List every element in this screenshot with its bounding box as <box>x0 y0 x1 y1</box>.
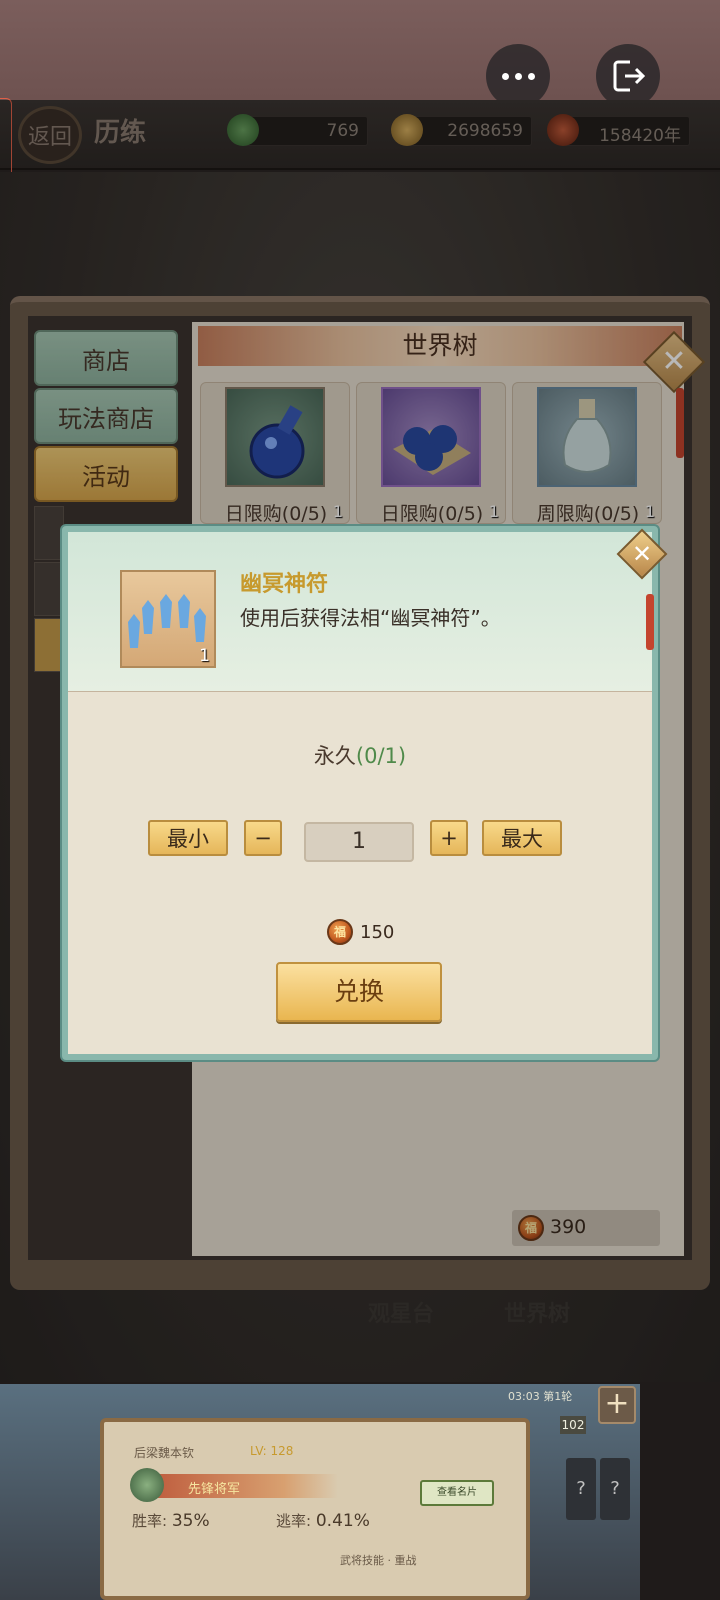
general-info-card: 后梁魏本钦 LV: 128 先锋将军 查看名片 胜率: 35% 逃率: 0.41… <box>100 1418 530 1600</box>
count-badge: 102 <box>560 1416 586 1434</box>
battle-timer: 03:03 第1轮 <box>508 1390 573 1403</box>
more-dots-icon <box>501 72 535 80</box>
item-name: 幽冥神符 <box>240 572 329 597</box>
increment-button[interactable]: + <box>430 820 468 856</box>
decrement-button[interactable]: − <box>244 820 282 856</box>
exchange-modal: 1 幽冥神符 使用后获得法相“幽冥神符”。 永久(0/1) 最小 − 1 + 最… <box>62 526 658 1060</box>
add-button[interactable]: + <box>598 1386 636 1424</box>
exchange-button[interactable]: 兑换 <box>276 962 442 1022</box>
win-rate-value: 35% <box>171 1511 210 1531</box>
general-rank: 先锋将军 <box>158 1474 338 1498</box>
general-level: LV: 128 <box>250 1444 294 1458</box>
escape-rate-value: 0.41% <box>315 1511 370 1531</box>
min-button[interactable]: 最小 <box>148 820 228 856</box>
item-icon-qty: 1 <box>199 646 210 666</box>
currency-coin-icon: 福 <box>327 919 353 945</box>
close-icon: ✕ <box>631 540 653 568</box>
escape-rate-label: 逃率: <box>276 1512 312 1530</box>
limit-value: (0/1) <box>355 744 407 768</box>
limit-prefix: 永久 <box>313 744 356 768</box>
max-button[interactable]: 最大 <box>482 820 562 856</box>
price-value: 150 <box>360 922 395 943</box>
tassel-decoration <box>646 594 654 650</box>
exit-button[interactable] <box>596 44 660 108</box>
view-card-button[interactable]: 查看名片 <box>420 1480 494 1506</box>
general-rank-text: 先锋将军 <box>188 1482 241 1497</box>
item-icon: 1 <box>120 570 216 668</box>
modal-header: 1 幽冥神符 使用后获得法相“幽冥神符”。 <box>68 532 652 692</box>
win-rate-label: 胜率: <box>132 1512 168 1530</box>
escape-rate: 逃率: 0.41% <box>276 1510 370 1531</box>
more-options-button[interactable] <box>486 44 550 108</box>
general-name: 后梁魏本钦 <box>134 1446 195 1460</box>
unknown-slot[interactable]: ? <box>566 1458 596 1520</box>
unknown-slot[interactable]: ? <box>600 1458 630 1520</box>
general-skill: 武将技能 · 重战 <box>340 1554 417 1567</box>
rank-emblem-icon <box>130 1468 164 1502</box>
win-rate: 胜率: 35% <box>132 1510 210 1531</box>
price-row: 福 150 <box>327 919 395 945</box>
purchase-limit: 永久(0/1) <box>68 740 652 770</box>
item-description: 使用后获得法相“幽冥神符”。 <box>240 606 501 630</box>
quantity-input[interactable]: 1 <box>304 822 414 862</box>
exit-icon <box>613 60 646 92</box>
